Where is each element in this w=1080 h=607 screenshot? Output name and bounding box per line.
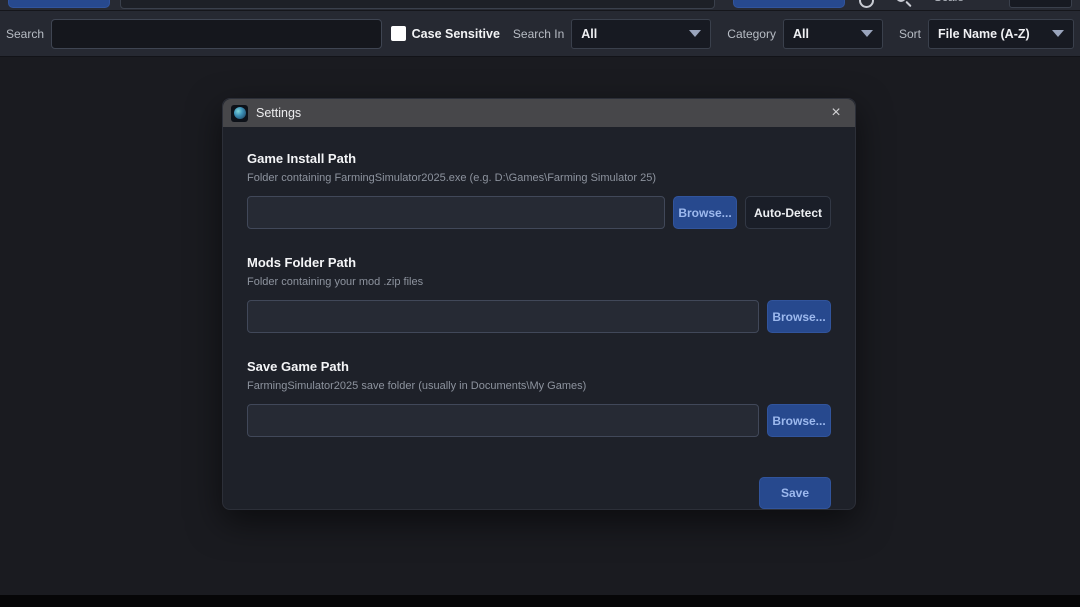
select-folder-button[interactable]: Select Folder — [8, 0, 110, 8]
section-mods-folder-path: Mods Folder Path Folder containing your … — [247, 255, 831, 359]
save-game-path-input[interactable] — [247, 404, 759, 437]
dialog-title: Settings — [256, 106, 301, 120]
refresh-icon[interactable] — [845, 0, 874, 10]
mods-folder-path-input[interactable] — [247, 300, 759, 333]
dialog-body: Game Install Path Folder containing Farm… — [223, 127, 855, 509]
settings-dialog: Settings × Game Install Path Folder cont… — [222, 98, 856, 510]
main-content-area: Settings × Game Install Path Folder cont… — [0, 58, 1080, 595]
category-value: All — [793, 27, 809, 41]
section-description: Folder containing your mod .zip files — [247, 276, 831, 288]
search-in-dropdown[interactable]: All — [571, 19, 711, 49]
image-scale-dropdown[interactable]: 100% — [1009, 0, 1072, 8]
load-files-button[interactable]: Load Files — [733, 0, 845, 8]
search-in-label: Search In — [513, 27, 564, 41]
section-heading: Save Game Path — [247, 359, 831, 374]
zoom-icon[interactable] — [874, 0, 912, 10]
section-save-game-path: Save Game Path FarmingSimulator2025 save… — [247, 359, 831, 463]
browse-game-path-button[interactable]: Browse... — [673, 196, 737, 229]
category-label: Category — [727, 27, 776, 41]
sort-value: File Name (A-Z) — [938, 27, 1030, 41]
filter-bar: Search Case Sensitive Search In All Cate… — [0, 11, 1080, 57]
case-sensitive-label: Case Sensitive — [412, 27, 500, 41]
image-scale-label: Image Scale — [934, 0, 999, 4]
section-heading: Game Install Path — [247, 151, 831, 166]
game-install-path-input[interactable] — [247, 196, 665, 229]
section-game-install-path: Game Install Path Folder containing Farm… — [247, 151, 831, 255]
search-input[interactable] — [51, 19, 382, 49]
sort-dropdown[interactable]: File Name (A-Z) — [928, 19, 1074, 49]
close-icon[interactable]: × — [825, 105, 847, 121]
window-bottom-edge — [0, 595, 1080, 607]
sort-label: Sort — [899, 27, 921, 41]
chevron-down-icon — [689, 30, 701, 37]
section-description: Folder containing FarmingSimulator2025.e… — [247, 172, 831, 184]
section-description: FarmingSimulator2025 save folder (usuall… — [247, 380, 831, 392]
chevron-down-icon — [861, 30, 873, 37]
auto-detect-button[interactable]: Auto-Detect — [745, 196, 831, 229]
section-heading: Mods Folder Path — [247, 255, 831, 270]
folder-path-input[interactable] — [120, 0, 715, 9]
search-in-value: All — [581, 27, 597, 41]
browse-mods-path-button[interactable]: Browse... — [767, 300, 831, 333]
dialog-titlebar[interactable]: Settings × — [223, 99, 855, 127]
top-toolbar: Select Folder Load Files Image Scale 100… — [0, 0, 1080, 11]
image-scale-value: 100% — [1016, 0, 1047, 3]
app-logo-icon — [231, 105, 248, 122]
case-sensitive-checkbox[interactable] — [391, 26, 406, 41]
search-label: Search — [6, 27, 44, 41]
chevron-down-icon — [1052, 30, 1064, 37]
category-dropdown[interactable]: All — [783, 19, 883, 49]
browse-save-path-button[interactable]: Browse... — [767, 404, 831, 437]
save-button[interactable]: Save — [759, 477, 831, 509]
